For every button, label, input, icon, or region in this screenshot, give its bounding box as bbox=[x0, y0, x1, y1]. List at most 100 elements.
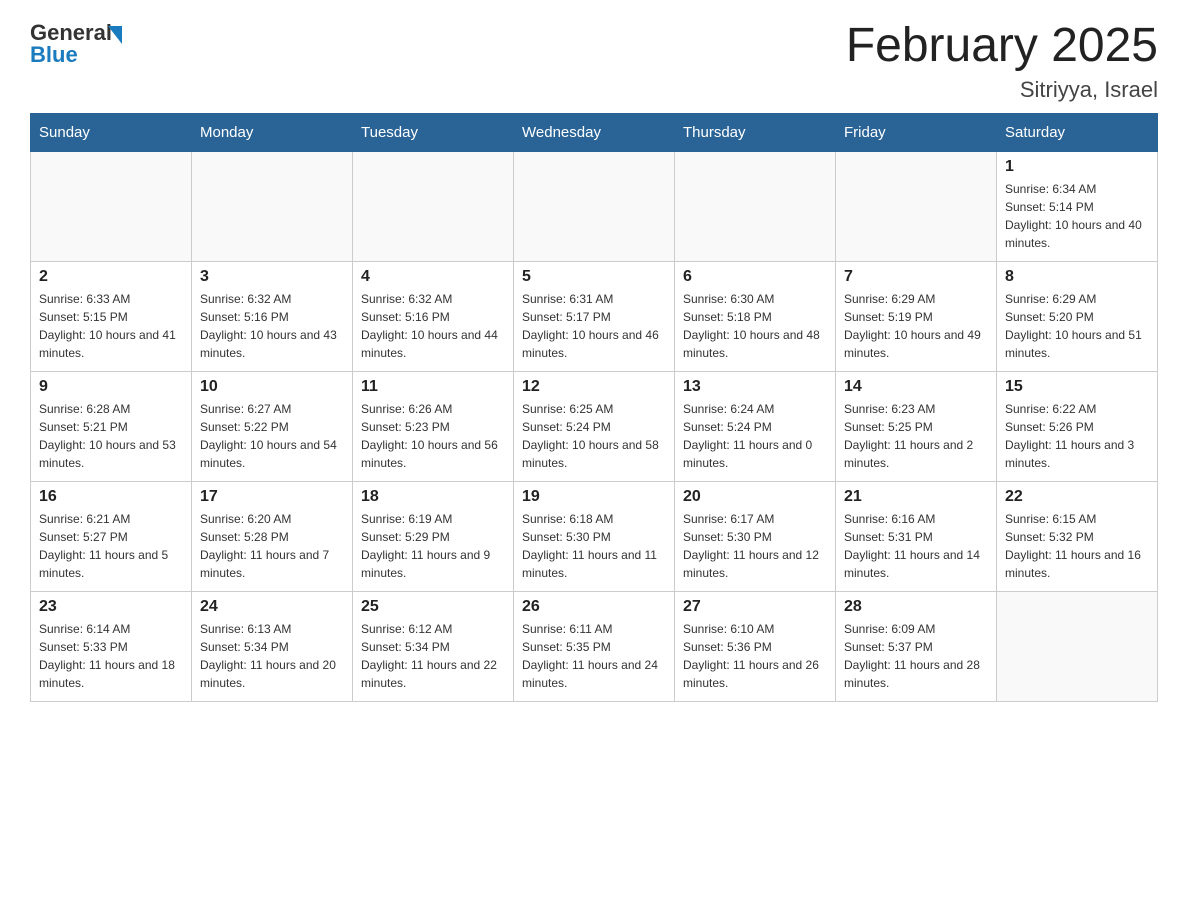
day-info: Sunrise: 6:20 AMSunset: 5:28 PMDaylight:… bbox=[200, 510, 344, 582]
main-title: February 2025 bbox=[846, 20, 1158, 73]
day-number: 24 bbox=[200, 598, 344, 616]
calendar-day-cell: 5 Sunrise: 6:31 AMSunset: 5:17 PMDaylight… bbox=[514, 261, 675, 371]
logo-blue-text: Blue bbox=[30, 42, 78, 68]
calendar-day-cell: 6 Sunrise: 6:30 AMSunset: 5:18 PMDaylight… bbox=[675, 261, 836, 371]
calendar-day-cell: 12 Sunrise: 6:25 AMSunset: 5:24 PMDayligh… bbox=[514, 371, 675, 481]
calendar-day-cell bbox=[353, 151, 514, 261]
calendar-week-row: 23 Sunrise: 6:14 AMSunset: 5:33 PMDayligh… bbox=[31, 591, 1158, 701]
calendar-day-cell bbox=[675, 151, 836, 261]
day-info: Sunrise: 6:29 AMSunset: 5:19 PMDaylight:… bbox=[844, 290, 988, 362]
calendar-day-cell: 16 Sunrise: 6:21 AMSunset: 5:27 PMDayligh… bbox=[31, 481, 192, 591]
calendar-week-row: 9 Sunrise: 6:28 AMSunset: 5:21 PMDaylight… bbox=[31, 371, 1158, 481]
day-info: Sunrise: 6:34 AMSunset: 5:14 PMDaylight:… bbox=[1005, 180, 1149, 252]
day-info: Sunrise: 6:24 AMSunset: 5:24 PMDaylight:… bbox=[683, 400, 827, 472]
calendar-day-cell: 3Sunrise: 6:32 AMSunset: 5:16 PMDaylight… bbox=[192, 261, 353, 371]
day-info: Sunrise: 6:15 AMSunset: 5:32 PMDaylight:… bbox=[1005, 510, 1149, 582]
calendar-day-cell: 8 Sunrise: 6:29 AMSunset: 5:20 PMDaylight… bbox=[997, 261, 1158, 371]
day-number: 15 bbox=[1005, 378, 1149, 396]
day-number: 7 bbox=[844, 268, 988, 286]
calendar-day-cell: 14 Sunrise: 6:23 AMSunset: 5:25 PMDayligh… bbox=[836, 371, 997, 481]
title-block: February 2025 Sitriyya, Israel bbox=[846, 20, 1158, 103]
day-number: 17 bbox=[200, 488, 344, 506]
calendar-day-cell: 9 Sunrise: 6:28 AMSunset: 5:21 PMDaylight… bbox=[31, 371, 192, 481]
day-number: 25 bbox=[361, 598, 505, 616]
calendar-day-cell bbox=[192, 151, 353, 261]
calendar-day-cell: 20Sunrise: 6:17 AMSunset: 5:30 PMDayligh… bbox=[675, 481, 836, 591]
day-of-week-header: Friday bbox=[836, 113, 997, 151]
calendar-day-cell bbox=[514, 151, 675, 261]
day-info: Sunrise: 6:28 AMSunset: 5:21 PMDaylight:… bbox=[39, 400, 183, 472]
day-info: Sunrise: 6:10 AMSunset: 5:36 PMDaylight:… bbox=[683, 620, 827, 692]
day-info: Sunrise: 6:32 AMSunset: 5:16 PMDaylight:… bbox=[361, 290, 505, 362]
day-info: Sunrise: 6:23 AMSunset: 5:25 PMDaylight:… bbox=[844, 400, 988, 472]
day-number: 3 bbox=[200, 268, 344, 286]
day-info: Sunrise: 6:27 AMSunset: 5:22 PMDaylight:… bbox=[200, 400, 344, 472]
day-info: Sunrise: 6:14 AMSunset: 5:33 PMDaylight:… bbox=[39, 620, 183, 692]
calendar-day-cell: 1 Sunrise: 6:34 AMSunset: 5:14 PMDaylight… bbox=[997, 151, 1158, 261]
day-number: 19 bbox=[522, 488, 666, 506]
day-info: Sunrise: 6:33 AMSunset: 5:15 PMDaylight:… bbox=[39, 290, 183, 362]
page-header: General Blue February 2025 Sitriyya, Isr… bbox=[30, 20, 1158, 103]
calendar-day-cell: 17 Sunrise: 6:20 AMSunset: 5:28 PMDayligh… bbox=[192, 481, 353, 591]
day-info: Sunrise: 6:29 AMSunset: 5:20 PMDaylight:… bbox=[1005, 290, 1149, 362]
calendar-day-cell: 4 Sunrise: 6:32 AMSunset: 5:16 PMDaylight… bbox=[353, 261, 514, 371]
day-info: Sunrise: 6:17 AMSunset: 5:30 PMDaylight:… bbox=[683, 510, 827, 582]
day-number: 2 bbox=[39, 268, 183, 286]
calendar-week-row: 1 Sunrise: 6:34 AMSunset: 5:14 PMDaylight… bbox=[31, 151, 1158, 261]
day-of-week-header: Saturday bbox=[997, 113, 1158, 151]
day-info: Sunrise: 6:09 AMSunset: 5:37 PMDaylight:… bbox=[844, 620, 988, 692]
day-number: 5 bbox=[522, 268, 666, 286]
day-number: 23 bbox=[39, 598, 183, 616]
calendar-day-cell: 27 Sunrise: 6:10 AMSunset: 5:36 PMDayligh… bbox=[675, 591, 836, 701]
day-number: 22 bbox=[1005, 488, 1149, 506]
calendar-day-cell: 15 Sunrise: 6:22 AMSunset: 5:26 PMDayligh… bbox=[997, 371, 1158, 481]
calendar-day-cell: 11Sunrise: 6:26 AMSunset: 5:23 PMDayligh… bbox=[353, 371, 514, 481]
calendar-day-cell: 28 Sunrise: 6:09 AMSunset: 5:37 PMDayligh… bbox=[836, 591, 997, 701]
day-info: Sunrise: 6:13 AMSunset: 5:34 PMDaylight:… bbox=[200, 620, 344, 692]
day-number: 27 bbox=[683, 598, 827, 616]
calendar-day-cell: 23 Sunrise: 6:14 AMSunset: 5:33 PMDayligh… bbox=[31, 591, 192, 701]
day-info: Sunrise: 6:30 AMSunset: 5:18 PMDaylight:… bbox=[683, 290, 827, 362]
day-number: 16 bbox=[39, 488, 183, 506]
calendar-day-cell: 2 Sunrise: 6:33 AMSunset: 5:15 PMDaylight… bbox=[31, 261, 192, 371]
calendar-day-cell bbox=[31, 151, 192, 261]
calendar-day-cell bbox=[997, 591, 1158, 701]
day-number: 12 bbox=[522, 378, 666, 396]
day-number: 9 bbox=[39, 378, 183, 396]
day-number: 14 bbox=[844, 378, 988, 396]
day-of-week-header: Wednesday bbox=[514, 113, 675, 151]
day-info: Sunrise: 6:26 AMSunset: 5:23 PMDaylight:… bbox=[361, 400, 505, 472]
calendar-day-cell bbox=[836, 151, 997, 261]
day-info: Sunrise: 6:18 AMSunset: 5:30 PMDaylight:… bbox=[522, 510, 666, 582]
day-info: Sunrise: 6:31 AMSunset: 5:17 PMDaylight:… bbox=[522, 290, 666, 362]
calendar-header-row: SundayMondayTuesdayWednesdayThursdayFrid… bbox=[31, 113, 1158, 151]
day-info: Sunrise: 6:11 AMSunset: 5:35 PMDaylight:… bbox=[522, 620, 666, 692]
calendar-day-cell: 13 Sunrise: 6:24 AMSunset: 5:24 PMDayligh… bbox=[675, 371, 836, 481]
calendar-week-row: 16 Sunrise: 6:21 AMSunset: 5:27 PMDayligh… bbox=[31, 481, 1158, 591]
day-of-week-header: Thursday bbox=[675, 113, 836, 151]
day-number: 6 bbox=[683, 268, 827, 286]
calendar-day-cell: 7 Sunrise: 6:29 AMSunset: 5:19 PMDaylight… bbox=[836, 261, 997, 371]
day-info: Sunrise: 6:21 AMSunset: 5:27 PMDaylight:… bbox=[39, 510, 183, 582]
day-info: Sunrise: 6:12 AMSunset: 5:34 PMDaylight:… bbox=[361, 620, 505, 692]
day-number: 8 bbox=[1005, 268, 1149, 286]
day-number: 21 bbox=[844, 488, 988, 506]
calendar-week-row: 2 Sunrise: 6:33 AMSunset: 5:15 PMDaylight… bbox=[31, 261, 1158, 371]
day-info: Sunrise: 6:19 AMSunset: 5:29 PMDaylight:… bbox=[361, 510, 505, 582]
day-info: Sunrise: 6:16 AMSunset: 5:31 PMDaylight:… bbox=[844, 510, 988, 582]
day-number: 28 bbox=[844, 598, 988, 616]
day-of-week-header: Monday bbox=[192, 113, 353, 151]
day-number: 4 bbox=[361, 268, 505, 286]
day-info: Sunrise: 6:22 AMSunset: 5:26 PMDaylight:… bbox=[1005, 400, 1149, 472]
day-number: 18 bbox=[361, 488, 505, 506]
calendar-day-cell: 21 Sunrise: 6:16 AMSunset: 5:31 PMDayligh… bbox=[836, 481, 997, 591]
day-info: Sunrise: 6:25 AMSunset: 5:24 PMDaylight:… bbox=[522, 400, 666, 472]
day-of-week-header: Tuesday bbox=[353, 113, 514, 151]
day-number: 13 bbox=[683, 378, 827, 396]
calendar-table: SundayMondayTuesdayWednesdayThursdayFrid… bbox=[30, 113, 1158, 702]
day-of-week-header: Sunday bbox=[31, 113, 192, 151]
calendar-day-cell: 22 Sunrise: 6:15 AMSunset: 5:32 PMDayligh… bbox=[997, 481, 1158, 591]
day-number: 1 bbox=[1005, 158, 1149, 176]
calendar-day-cell: 26Sunrise: 6:11 AMSunset: 5:35 PMDayligh… bbox=[514, 591, 675, 701]
calendar-day-cell: 19 Sunrise: 6:18 AMSunset: 5:30 PMDayligh… bbox=[514, 481, 675, 591]
